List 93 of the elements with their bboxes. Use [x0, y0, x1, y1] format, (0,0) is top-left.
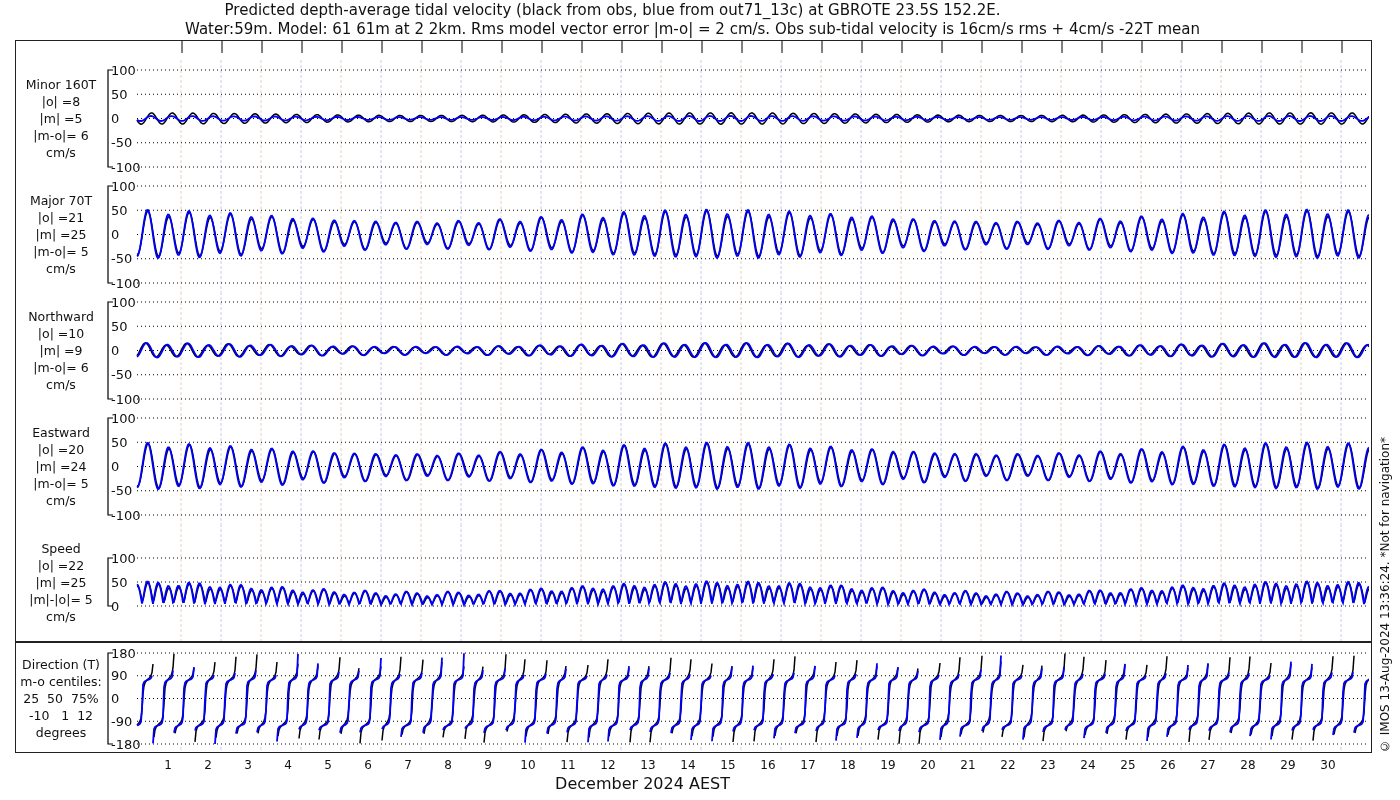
day-label: 25: [1119, 758, 1137, 774]
axis-tick-label: -50: [111, 367, 133, 383]
day-label: 29: [1279, 758, 1297, 774]
axis-tick-label: 0: [111, 227, 120, 242]
panel-label: |o| =8: [41, 93, 81, 110]
day-label: 23: [1039, 758, 1057, 774]
axis-tick-label: 50: [111, 434, 128, 450]
axis-tick-label: 100: [111, 410, 136, 426]
day-label: 28: [1239, 758, 1257, 774]
axis-tick-label: -50: [111, 483, 133, 499]
day-label: 21: [959, 758, 977, 774]
panel-label: cm/s: [46, 376, 76, 393]
day-label: 3: [243, 758, 253, 774]
panel-label: -10 1 12: [28, 707, 94, 724]
axis-tick-label: 0: [111, 111, 120, 126]
day-label: 1: [163, 758, 173, 774]
day-label: 18: [839, 758, 857, 774]
panel-label: Minor 160T: [25, 76, 97, 93]
day-label: 5: [323, 758, 333, 774]
panel-label: cm/s: [46, 260, 76, 277]
day-label: 6: [363, 758, 373, 774]
axis-tick-label: 100: [111, 62, 136, 78]
axis-tick-label: 90: [111, 668, 128, 684]
axis-tick-label: 100: [111, 550, 136, 566]
day-label: 11: [559, 758, 577, 774]
copyright-note: © IMOS 13-Aug-2024 13:36:24. *Not for navigation*: [1378, 436, 1392, 753]
chart-title: Predicted depth-average tidal velocity (black from obs, blue from out71_13c) at GBROTE 23.5S 152.2E.: [224, 1, 1002, 20]
chart-subtitle: Water:59m. Model: 61 61m at 2 2km. Rms model vector error |m-o| = 2 cm/s. Obs sub-tidal velocity is 16cm/s rms + 4cm/s -22T mean: [185, 20, 1200, 39]
x-axis-label: December 2024 AEST: [555, 774, 730, 793]
panel-label: cm/s: [46, 492, 76, 509]
day-label: 16: [759, 758, 777, 774]
axis-tick-label: 50: [111, 574, 128, 590]
panel-label: degrees: [35, 724, 87, 741]
day-label: 13: [639, 758, 657, 774]
panel-label: |m-o|= 6: [33, 127, 89, 144]
axis-tick-label: 0: [111, 598, 120, 614]
panel-label: |m| =25: [35, 573, 87, 591]
panel-label: |o| =21: [37, 209, 85, 226]
panel-label: |m| =25: [35, 226, 87, 243]
axis-tick-label: -100: [111, 159, 141, 175]
panel-label: |o| =20: [37, 441, 85, 458]
panel-label: cm/s: [46, 607, 76, 625]
day-label: 9: [483, 758, 493, 774]
day-label: 12: [599, 758, 617, 774]
panel-label: |m-o|= 5: [33, 243, 89, 260]
panel-label: Eastward: [32, 424, 90, 441]
day-label: 15: [719, 758, 737, 774]
axis-tick-label: 0: [111, 459, 120, 474]
day-label: 19: [879, 758, 897, 774]
axis-tick-label: 180: [111, 645, 136, 661]
axis-tick-label: -100: [111, 507, 141, 523]
panel-label: m-o centiles:: [20, 673, 102, 690]
day-label: 2: [203, 758, 213, 774]
panel-label: |m|-|o|= 5: [29, 590, 93, 608]
day-label: 14: [679, 758, 697, 774]
panel-label: |o| =10: [37, 325, 85, 342]
axis-tick-label: 100: [111, 294, 136, 310]
panel-label: |o| =22: [37, 556, 85, 574]
day-label: 4: [283, 758, 293, 774]
day-label: 30: [1319, 758, 1337, 774]
axis-tick-label: -90: [111, 713, 133, 729]
axis-tick-label: 50: [111, 318, 128, 334]
day-label: 17: [799, 758, 817, 774]
axis-tick-label: -180: [111, 736, 141, 752]
panel-label: Northward: [28, 308, 94, 325]
axis-tick-label: 0: [111, 343, 120, 358]
axis-tick-label: 50: [111, 202, 128, 218]
axis-tick-label: -50: [111, 251, 133, 267]
panel-label: |m-o|= 6: [33, 359, 89, 376]
panel-label: Speed: [41, 539, 81, 557]
panel-label: |m| =24: [35, 458, 87, 475]
y-axis: [107, 557, 114, 607]
day-label: 8: [443, 758, 453, 774]
panel-label: Major 70T: [29, 192, 93, 209]
day-label: 10: [519, 758, 537, 774]
panel-label: |m| =5: [39, 110, 83, 127]
axis-tick-label: -100: [111, 275, 141, 291]
axis-tick-label: 100: [111, 178, 136, 194]
axis-tick-label: -50: [111, 135, 133, 151]
day-label: 7: [403, 758, 413, 774]
panel-label: Direction (T): [22, 656, 100, 673]
axis-tick-label: 0: [111, 691, 120, 706]
day-label: 22: [999, 758, 1017, 774]
panel-label: 25 50 75%: [23, 690, 99, 707]
day-label: 20: [919, 758, 937, 774]
day-label: 27: [1199, 758, 1217, 774]
panel-label: |m| =9: [39, 342, 83, 359]
panel-label: |m-o|= 5: [33, 475, 89, 492]
axis-tick-label: 50: [111, 86, 128, 102]
day-label: 24: [1079, 758, 1097, 774]
axis-tick-label: -100: [111, 391, 141, 407]
panel-label: cm/s: [46, 144, 76, 161]
day-label: 26: [1159, 758, 1177, 774]
